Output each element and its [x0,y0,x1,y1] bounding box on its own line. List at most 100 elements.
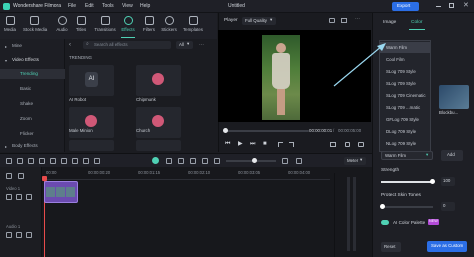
add-button[interactable]: Add [441,150,463,161]
effect-card-ai-robot[interactable]: AI [69,65,114,96]
filter-dropdown[interactable]: All ▾ [176,41,193,49]
lut-option[interactable]: NLog 709 Style [380,138,430,149]
nav-item-basic[interactable]: Basic [0,84,65,94]
effect-card[interactable] [136,140,181,151]
effect-card[interactable] [69,140,114,151]
play-icon[interactable]: ▶ [238,141,243,147]
menu-file[interactable]: File [68,4,76,9]
tool-titles[interactable]: Titles [73,16,89,32]
lut-dropdown[interactable]: Warm Film ▾ [381,151,433,160]
more-icon[interactable]: ⋯ [355,16,360,22]
save-custom-button[interactable]: Save as Custom [427,241,467,252]
undo-icon[interactable] [28,158,34,164]
protect-value-input[interactable]: 0 [441,202,455,211]
strength-value-input[interactable]: 100 [441,177,455,186]
menu-tools[interactable]: Tools [102,4,114,9]
mic-icon[interactable] [178,158,184,164]
fullscreen-icon[interactable] [330,142,336,147]
maximize-icon[interactable] [449,3,454,8]
meter-label: Meter [347,158,359,163]
link-icon[interactable] [18,173,24,179]
quality-dropdown[interactable]: Full Quality ▾ [242,17,276,25]
menu-view[interactable]: View [122,4,133,9]
nav-group-body-effects[interactable]: ▸ Body Effects [0,141,65,151]
snapshot-icon[interactable] [202,158,208,164]
camera-icon[interactable] [358,142,364,147]
layout-icon[interactable] [6,158,12,164]
tool-filters[interactable]: Filters [141,16,157,32]
tool-effects[interactable]: Effects [120,16,136,32]
tool-stickers[interactable]: Stickers [161,16,177,32]
video-clip[interactable] [44,181,78,203]
marker-icon[interactable] [166,158,172,164]
select-icon[interactable] [17,158,23,164]
export-button[interactable]: Export [392,2,419,11]
close-icon[interactable]: ✕ [463,2,469,9]
lock-icon[interactable] [6,232,12,238]
mark-in-icon[interactable] [278,142,283,147]
zoom-in-icon[interactable] [282,158,288,164]
cut-icon[interactable] [61,158,67,164]
lut-option[interactable]: SLog 709 ...matic [380,102,430,113]
tab-color[interactable]: Color [411,20,422,26]
speaker-icon[interactable] [26,194,32,200]
tool-transitions[interactable]: Transitions [94,16,116,32]
text-icon[interactable] [83,158,89,164]
mute-icon[interactable] [26,232,32,238]
ai-icon[interactable] [190,158,196,164]
effect-card-chipmunk[interactable] [136,65,181,96]
strength-slider[interactable] [381,181,433,183]
zoom-slider[interactable] [226,160,276,162]
speed-icon[interactable] [94,158,100,164]
crop-icon[interactable] [72,158,78,164]
layout-icon[interactable] [341,18,347,23]
lut-option[interactable]: DLog 709 Style [380,126,430,137]
stop-icon[interactable]: ■ [263,141,267,147]
menu-edit[interactable]: Edit [85,4,94,9]
protect-skin-slider[interactable] [381,206,433,208]
zoom-knob[interactable] [252,158,257,163]
tab-image[interactable]: Image [383,20,396,26]
delete-icon[interactable] [50,158,56,164]
tool-audio[interactable]: Audio [54,16,70,32]
redo-icon[interactable] [39,158,45,164]
scrubber[interactable] [224,130,309,132]
nav-item-trending[interactable]: Trending [0,69,65,79]
mark-out-icon[interactable] [289,142,294,147]
more-icon[interactable]: ⋯ [199,42,204,48]
tool-stock-media[interactable]: Stock Media [23,16,47,32]
add-track-icon[interactable] [6,173,12,179]
nav-group-video-effects[interactable]: ▾ Video Effects [0,55,65,65]
volume-icon[interactable] [345,142,350,147]
ai-palette-toggle[interactable] [381,220,389,225]
meter-dropdown[interactable]: Meter ▾ [344,157,366,165]
nav-group-mine[interactable]: ▸ Mine [0,41,65,51]
media-icon [5,16,15,25]
scrubber-knob[interactable] [223,128,228,133]
tool-templates[interactable]: Templates [182,16,204,32]
nav-item-zoom[interactable]: Zoom [0,114,65,124]
eye-icon[interactable] [16,194,22,200]
nav-item-shake[interactable]: Shake [0,99,65,109]
back-icon[interactable]: ‹ [69,42,71,48]
speaker-icon[interactable] [16,232,22,238]
menu-help[interactable]: Help [140,4,150,9]
minimize-icon[interactable] [436,6,441,7]
protect-skin-knob[interactable] [380,204,385,209]
snapshot-icon[interactable] [329,18,335,23]
tool-media[interactable]: Media [2,16,18,32]
search-input[interactable]: ⌕ Search all effects [83,41,171,49]
render-icon[interactable] [152,157,159,164]
grid-icon[interactable] [296,158,302,164]
next-frame-icon[interactable]: ⏭ [250,141,255,147]
strength-knob[interactable] [430,179,435,184]
prev-frame-icon[interactable]: ⏮ [225,141,230,147]
lock-icon[interactable] [6,194,12,200]
lut-thumbnail[interactable] [439,85,469,109]
zoom-out-icon[interactable] [214,158,220,164]
reset-button[interactable]: Reset [381,242,401,252]
nav-item-flicker[interactable]: Flicker [0,129,65,139]
lut-option[interactable]: GFLog 709 Style [380,114,430,125]
lut-option[interactable]: SLog 709 Cinematic [380,90,430,101]
ruler-label: 00:00:04:00 [288,170,311,175]
